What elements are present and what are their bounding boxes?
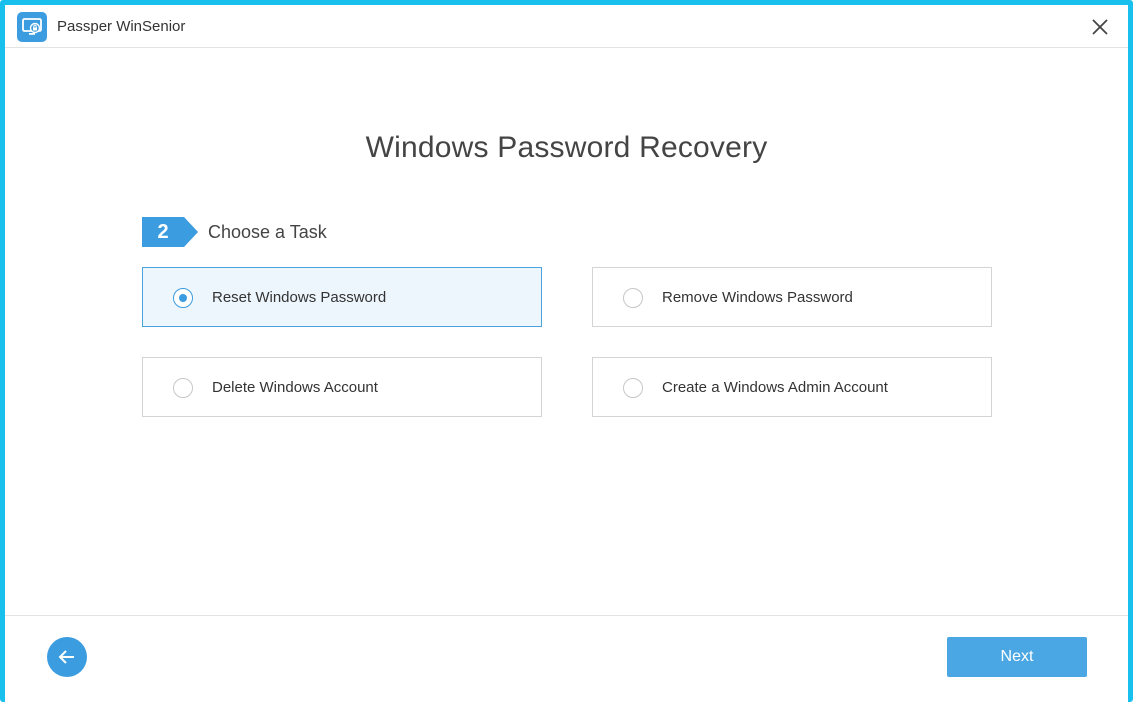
back-button[interactable] [47,637,87,677]
option-delete-windows-account[interactable]: Delete Windows Account [142,357,542,417]
footer: Next [5,615,1128,702]
option-label: Reset Windows Password [212,289,387,306]
option-reset-windows-password[interactable]: Reset Windows Password [142,267,542,327]
radio-button[interactable] [623,288,643,308]
step-label: Choose a Task [208,222,327,242]
monitor-lock-icon [17,12,47,42]
radio-button[interactable] [173,378,193,398]
arrow-left-icon [58,650,74,664]
step-badge: 2 [142,217,198,247]
next-button[interactable]: Next [947,637,1087,677]
option-label: Remove Windows Password [662,289,853,306]
page-title: Windows Password Recovery [365,131,768,164]
app-window: Passper WinSenior Windows Password Recov… [0,0,1133,702]
title-bar: Passper WinSenior [5,5,1128,48]
radio-button[interactable] [173,288,193,308]
app-title: Passper WinSenior [57,18,186,35]
option-remove-windows-password[interactable]: Remove Windows Password [592,267,992,327]
radio-selected-dot [179,294,187,302]
close-icon[interactable] [1088,15,1112,39]
option-create-windows-admin-account[interactable]: Create a Windows Admin Account [592,357,992,417]
option-label: Create a Windows Admin Account [662,379,888,396]
option-label: Delete Windows Account [212,379,378,396]
step-number: 2 [157,221,169,243]
radio-button[interactable] [623,378,643,398]
